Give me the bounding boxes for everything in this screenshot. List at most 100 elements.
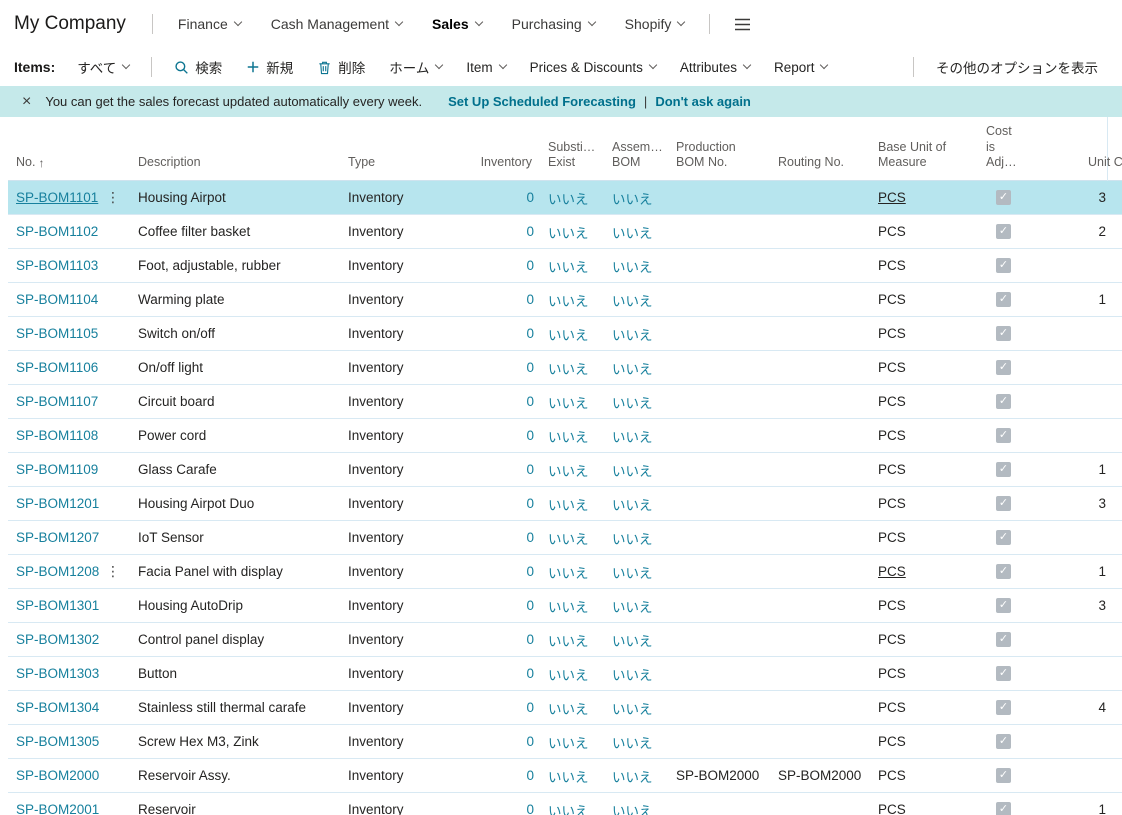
item-no-cell[interactable]: SP-BOM1107 [8,385,130,418]
report-menu[interactable]: Report [774,60,829,75]
item-assembly-bom-cell[interactable]: いいえ [604,215,668,248]
item-routing-no-cell[interactable] [770,487,870,520]
item-menu[interactable]: Item [466,60,507,75]
item-inventory-cell[interactable]: 0 [452,555,540,588]
item-unit-cost-cell[interactable] [1064,657,1122,690]
item-routing-no-cell[interactable] [770,283,870,316]
table-row[interactable]: SP-BOM1208 ⋮ Facia Panel with display Inven… [8,555,1122,589]
item-inventory-cell[interactable]: 0 [452,521,540,554]
item-description-cell[interactable]: Control panel display [130,623,340,656]
item-type-cell[interactable]: Inventory [340,419,452,452]
item-assembly-bom-cell[interactable]: いいえ [604,181,668,214]
item-production-bom-no-cell[interactable] [668,351,770,384]
item-production-bom-no-cell[interactable] [668,487,770,520]
item-routing-no-cell[interactable] [770,623,870,656]
table-row[interactable]: SP-BOM1301 Housing AutoDrip Inventory 0 いいえい… [8,589,1122,623]
item-base-uom-cell[interactable]: PCS [870,215,978,248]
item-no-cell[interactable]: SP-BOM1302 [8,623,130,656]
item-routing-no-cell[interactable] [770,181,870,214]
item-type-cell[interactable]: Inventory [340,589,452,622]
item-routing-no-cell[interactable] [770,657,870,690]
item-base-uom-cell[interactable]: PCS [870,283,978,316]
item-production-bom-no-cell[interactable] [668,385,770,418]
item-inventory-cell[interactable]: 0 [452,453,540,486]
column-header-no[interactable]: No. ↑ [8,117,130,180]
item-base-uom-cell[interactable]: PCS [870,521,978,554]
item-inventory-cell[interactable]: 0 [452,725,540,758]
item-no-link[interactable]: SP-BOM1301 [16,598,99,613]
item-base-uom-cell[interactable]: PCS [870,759,978,792]
item-routing-no-cell[interactable] [770,249,870,282]
item-unit-cost-cell[interactable]: 3 [1064,487,1122,520]
item-cost-adjusted-cell[interactable]: ✓ [978,623,1064,656]
item-base-uom-cell[interactable]: PCS [870,725,978,758]
item-assembly-bom-cell[interactable]: いいえ [604,555,668,588]
item-substitutes-exist-cell[interactable]: いいえ [540,317,604,350]
item-type-cell[interactable]: Inventory [340,317,452,350]
item-substitutes-exist-cell[interactable]: いいえ [540,555,604,588]
item-cost-adjusted-cell[interactable]: ✓ [978,793,1064,815]
item-substitutes-exist-cell[interactable]: いいえ [540,385,604,418]
item-no-cell[interactable]: SP-BOM1305 [8,725,130,758]
item-substitutes-exist-cell[interactable]: いいえ [540,215,604,248]
item-production-bom-no-cell[interactable] [668,317,770,350]
item-cost-adjusted-cell[interactable]: ✓ [978,453,1064,486]
item-substitutes-exist-cell[interactable]: いいえ [540,283,604,316]
item-inventory-cell[interactable]: 0 [452,691,540,724]
delete-button[interactable]: 削除 [317,57,365,77]
item-routing-no-cell[interactable] [770,521,870,554]
item-no-cell[interactable]: SP-BOM1208 ⋮ [8,555,130,588]
item-cost-adjusted-cell[interactable]: ✓ [978,317,1064,350]
table-row[interactable]: SP-BOM1303 Button Inventory 0 いいえ いいえ PCS ✓ [8,657,1122,691]
item-assembly-bom-cell[interactable]: いいえ [604,521,668,554]
item-no-cell[interactable]: SP-BOM2001 [8,793,130,815]
table-row[interactable]: SP-BOM2001 Reservoir Inventory 0 いいえ いいえ PCS ✓ 1 [8,793,1122,815]
item-unit-cost-cell[interactable]: 1 [1064,555,1122,588]
item-description-cell[interactable]: Glass Carafe [130,453,340,486]
item-no-link[interactable]: SP-BOM1101 [16,190,98,205]
item-description-cell[interactable]: Reservoir [130,793,340,815]
item-no-link[interactable]: SP-BOM1107 [16,394,98,409]
item-base-uom-cell[interactable]: PCS [870,249,978,282]
show-more-options-button[interactable]: その他のオプションを表示 [936,57,1098,77]
item-no-cell[interactable]: SP-BOM1108 [8,419,130,452]
item-no-cell[interactable]: SP-BOM1109 [8,453,130,486]
item-inventory-cell[interactable]: 0 [452,623,540,656]
item-substitutes-exist-cell[interactable]: いいえ [540,249,604,282]
item-unit-cost-cell[interactable]: 1 [1064,453,1122,486]
item-substitutes-exist-cell[interactable]: いいえ [540,351,604,384]
item-unit-cost-cell[interactable]: 1 [1064,793,1122,815]
item-no-link[interactable]: SP-BOM1108 [16,428,98,443]
column-header-cost-is-adjusted[interactable]: Cost is Adj… [978,117,1064,180]
item-unit-cost-cell[interactable] [1064,521,1122,554]
item-no-cell[interactable]: SP-BOM1201 [8,487,130,520]
item-production-bom-no-cell[interactable] [668,419,770,452]
item-assembly-bom-cell[interactable]: いいえ [604,385,668,418]
nav-item-shopify[interactable]: Shopify [625,16,686,32]
item-production-bom-no-cell[interactable] [668,657,770,690]
nav-item-sales[interactable]: Sales [432,16,483,32]
item-assembly-bom-cell[interactable]: いいえ [604,351,668,384]
item-production-bom-no-cell[interactable] [668,793,770,815]
item-substitutes-exist-cell[interactable]: いいえ [540,759,604,792]
item-substitutes-exist-cell[interactable]: いいえ [540,793,604,815]
item-production-bom-no-cell[interactable] [668,453,770,486]
item-assembly-bom-cell[interactable]: いいえ [604,623,668,656]
attributes-menu[interactable]: Attributes [680,60,752,75]
item-cost-adjusted-cell[interactable]: ✓ [978,657,1064,690]
item-no-link[interactable]: SP-BOM2000 [16,768,99,783]
table-row[interactable]: SP-BOM1109 Glass Carafe Inventory 0 いいえ いいえ PC… [8,453,1122,487]
item-assembly-bom-cell[interactable]: いいえ [604,487,668,520]
item-base-uom-cell[interactable]: PCS [870,385,978,418]
item-unit-cost-cell[interactable]: 3 [1064,181,1122,214]
item-routing-no-cell[interactable] [770,589,870,622]
item-description-cell[interactable]: Foot, adjustable, rubber [130,249,340,282]
item-no-cell[interactable]: SP-BOM1304 [8,691,130,724]
item-substitutes-exist-cell[interactable]: いいえ [540,589,604,622]
item-routing-no-cell[interactable] [770,453,870,486]
item-type-cell[interactable]: Inventory [340,283,452,316]
item-cost-adjusted-cell[interactable]: ✓ [978,487,1064,520]
item-type-cell[interactable]: Inventory [340,249,452,282]
item-no-link[interactable]: SP-BOM1302 [16,632,99,647]
item-assembly-bom-cell[interactable]: いいえ [604,759,668,792]
